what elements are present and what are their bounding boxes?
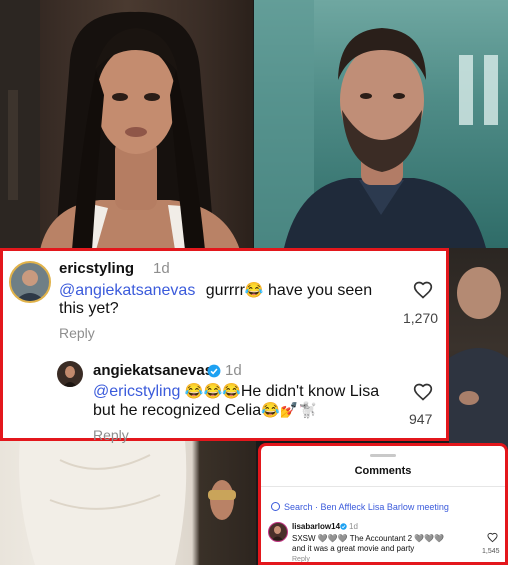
comment2-emoji-a: 😂😂😂 bbox=[184, 383, 241, 400]
related-search-text: Search · Ben Affleck Lisa Barlow meeting bbox=[284, 502, 449, 512]
photo-dress bbox=[0, 440, 256, 565]
comment2-timestamp: 1d bbox=[225, 362, 242, 379]
avatar-angiekatsanevas[interactable] bbox=[57, 361, 83, 387]
verified-badge-icon bbox=[207, 364, 221, 378]
sheet-comment-timestamp: 1d bbox=[349, 522, 358, 531]
sheet-comment-hearts-b: 🩶🩶🩶 bbox=[414, 534, 445, 543]
sheet-comment-reply-button[interactable]: Reply bbox=[292, 556, 310, 562]
avatar-ericstyling-image bbox=[15, 270, 45, 301]
comment2-text-line1: @ericstyling 😂😂😂He didn't know Lisa bbox=[93, 382, 379, 402]
side-illustration bbox=[449, 267, 508, 448]
man-illustration bbox=[254, 0, 498, 248]
sheet-drag-handle[interactable] bbox=[370, 454, 396, 457]
dress-illustration bbox=[19, 440, 236, 565]
comment2-username[interactable]: angiekatsanevas bbox=[93, 362, 213, 379]
avatar-ericstyling[interactable] bbox=[9, 261, 51, 303]
comment2-heart-icon[interactable] bbox=[413, 382, 433, 402]
comment1-timestamp: 1d bbox=[153, 260, 170, 277]
avatar-lisabarlow14-image bbox=[272, 526, 283, 540]
comment2-text-a: He didn't know Lisa bbox=[240, 383, 380, 400]
comment2-text-line2: but he recognized Celia😂💅🐩 bbox=[93, 401, 317, 421]
comment1-text-line2: this yet? bbox=[59, 300, 119, 317]
comment-card: ericstyling 1d @angiekatsanevas gurrrr😂 … bbox=[0, 248, 449, 443]
comment1-mention[interactable]: @angiekatsanevas bbox=[59, 282, 195, 299]
comment2-emoji-b: 😂💅🐩 bbox=[261, 402, 318, 419]
comment2-text-b: but he recognized Celia bbox=[93, 402, 262, 419]
comment1-text-line1: @angiekatsanevas gurrrr😂 have you seen bbox=[59, 281, 372, 301]
woman-illustration bbox=[0, 0, 240, 250]
comment2-mention[interactable]: @ericstyling bbox=[93, 383, 180, 400]
sheet-comment-line2: and it was a great movie and party bbox=[292, 544, 415, 553]
comment2-like-count: 947 bbox=[409, 411, 433, 427]
related-search[interactable]: Search · Ben Affleck Lisa Barlow meeting bbox=[271, 501, 449, 512]
comment1-emoji-a: 😂 bbox=[244, 282, 264, 299]
sheet-comment-text-b: The Accountant 2 bbox=[349, 534, 413, 543]
comment1-text-a: gurrrr bbox=[205, 282, 245, 299]
comment1-like-count: 1,270 bbox=[403, 310, 439, 326]
sheet-comment-hearts-a: 🩶🩶🩶 bbox=[317, 534, 348, 543]
comment1-text-b: have you seen bbox=[263, 282, 373, 299]
search-icon bbox=[271, 502, 280, 511]
comment1-reply-button[interactable]: Reply bbox=[59, 325, 95, 341]
photo-woman bbox=[0, 0, 253, 250]
sheet-comment-text-a: SXSW bbox=[292, 534, 316, 543]
avatar-lisabarlow14[interactable] bbox=[268, 522, 288, 542]
comment2-reply-button[interactable]: Reply bbox=[93, 427, 129, 443]
sheet-divider bbox=[261, 486, 505, 487]
sheet-comment-heart-icon[interactable] bbox=[487, 532, 498, 543]
photo-side-strip bbox=[449, 248, 508, 448]
comments-sheet: Comments Search · Ben Affleck Lisa Barlo… bbox=[258, 443, 508, 565]
comment1-heart-icon[interactable] bbox=[413, 280, 433, 300]
avatar-angiekatsanevas-image bbox=[63, 366, 77, 387]
sheet-comment-username[interactable]: lisabarlow14 bbox=[292, 522, 340, 531]
sheet-title: Comments bbox=[354, 465, 412, 477]
comment1-username[interactable]: ericstyling bbox=[59, 260, 134, 277]
sheet-comment-line1: SXSW 🩶🩶🩶 The Accountant 2 🩶🩶🩶 bbox=[292, 534, 444, 543]
verified-badge-icon bbox=[340, 523, 347, 530]
sheet-comment-like-count: 1,545 bbox=[482, 548, 500, 555]
photo-man bbox=[254, 0, 508, 248]
